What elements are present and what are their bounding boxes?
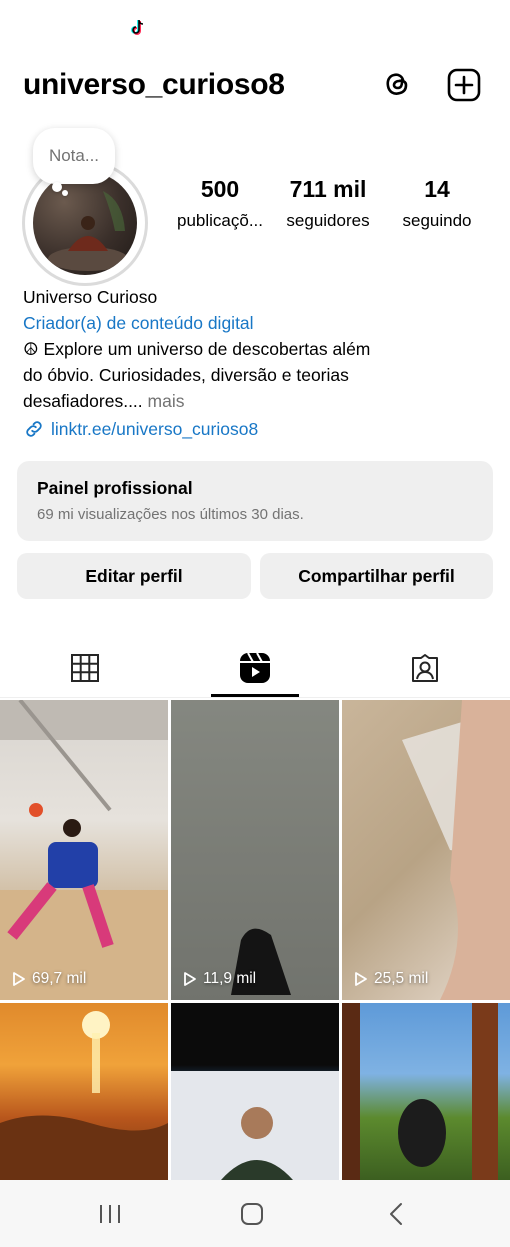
active-tab-indicator (211, 694, 299, 697)
tiktok-icon (131, 19, 144, 35)
reel-thumbnail[interactable] (171, 1003, 339, 1180)
username-title[interactable]: universo_curioso8 (23, 68, 285, 102)
posts-label: publicaçõ... (177, 211, 263, 230)
reel-image-bear-in-field (342, 1003, 498, 1180)
tagged-icon (412, 654, 438, 682)
dashboard-title: Painel profissional (37, 478, 193, 498)
plus-square-icon (447, 68, 481, 102)
threads-button[interactable] (378, 66, 416, 104)
bio-more-link[interactable]: mais (148, 391, 185, 411)
reel-image-sunset-beach (0, 1011, 168, 1180)
add-content-button[interactable] (445, 66, 483, 104)
profile-bio: Universo Curioso Criador(a) de conteúdo … (23, 284, 493, 442)
bio-external-link[interactable]: linktr.ee/universo_curioso8 (23, 416, 493, 442)
reel-image-pouring-sand (402, 700, 510, 1000)
reels-icon (240, 652, 270, 683)
category-label[interactable]: Criador(a) de conteúdo digital (23, 310, 493, 336)
reel-views: 69,7 mil (12, 970, 86, 988)
recent-apps-button[interactable] (80, 1194, 140, 1234)
grid-icon (71, 654, 99, 682)
status-bar (0, 0, 510, 56)
profile-header: universo_curioso8 (0, 56, 510, 114)
stat-followers[interactable]: 711 mil seguidores (278, 176, 378, 231)
followers-count: 711 mil (289, 176, 367, 202)
meditating-figure-image (48, 191, 128, 271)
avatar-image (33, 171, 137, 275)
tab-tagged[interactable] (340, 638, 510, 698)
profile-stats: 500 publicaçõ... 711 mil seguidores 14 s… (170, 176, 500, 246)
stat-following[interactable]: 14 seguindo (392, 176, 482, 231)
reel-image-gravel-path (171, 700, 339, 1000)
dashboard-subtitle: 69 mi visualizações nos últimos 30 dias. (37, 506, 304, 523)
link-icon (26, 421, 42, 437)
threads-icon (386, 73, 408, 95)
reel-thumbnail[interactable] (0, 1003, 168, 1180)
back-button[interactable] (366, 1194, 426, 1234)
reels-grid: 69,7 mil 11,9 mil 25,5 mil (0, 700, 510, 1180)
reel-thumbnail[interactable]: 11,9 mil (171, 700, 339, 1000)
play-icon (355, 972, 367, 986)
bio-link-text: linktr.ee/universo_curioso8 (51, 419, 259, 439)
system-navigation-bar (0, 1180, 510, 1247)
reel-thumbnail[interactable]: 25,5 mil (342, 700, 510, 1000)
display-name: Universo Curioso (23, 287, 158, 307)
reel-views: 25,5 mil (354, 970, 428, 988)
stat-posts[interactable]: 500 publicaçõ... (170, 176, 270, 231)
note-bubble-dot-small (62, 190, 68, 196)
reel-views-count: 25,5 mil (374, 970, 429, 987)
profile-tabs (0, 638, 510, 698)
bio-line-1: ☮ Explore um universo de descobertas alé… (23, 339, 371, 359)
tab-posts[interactable] (0, 638, 170, 698)
following-label: seguindo (402, 211, 472, 230)
reel-image-beach-soccer (0, 700, 168, 1000)
bio-line-3-text: desafiadores.... (23, 391, 143, 411)
recent-apps-icon (100, 1205, 120, 1223)
posts-count: 500 (200, 176, 240, 202)
followers-label: seguidores (286, 211, 370, 230)
note-bubble-dot (52, 182, 62, 192)
note-bubble[interactable]: Nota... (33, 128, 115, 184)
share-profile-button[interactable]: Compartilhar perfil (260, 553, 493, 599)
reel-image-press-conference (171, 1071, 339, 1180)
following-count: 14 (424, 176, 450, 202)
reel-thumbnail[interactable]: 69,7 mil (0, 700, 168, 1000)
reel-thumbnail[interactable] (342, 1003, 510, 1180)
home-icon (241, 1203, 263, 1225)
note-text: Nota... (48, 146, 100, 165)
play-icon (184, 972, 196, 986)
back-icon (390, 1203, 402, 1225)
professional-dashboard[interactable]: Painel profissional 69 mi visualizações … (17, 461, 493, 541)
bio-line-2: do óbvio. Curiosidades, diversão e teori… (23, 365, 349, 385)
reel-views-count: 69,7 mil (32, 970, 87, 987)
play-icon (13, 972, 25, 986)
tab-reels[interactable] (170, 638, 340, 698)
edit-profile-button[interactable]: Editar perfil (17, 553, 251, 599)
reel-views-count: 11,9 mil (203, 970, 257, 987)
bio-line-3: desafiadores.... mais (23, 388, 493, 414)
reel-views: 11,9 mil (183, 970, 256, 988)
home-button[interactable] (222, 1194, 282, 1234)
